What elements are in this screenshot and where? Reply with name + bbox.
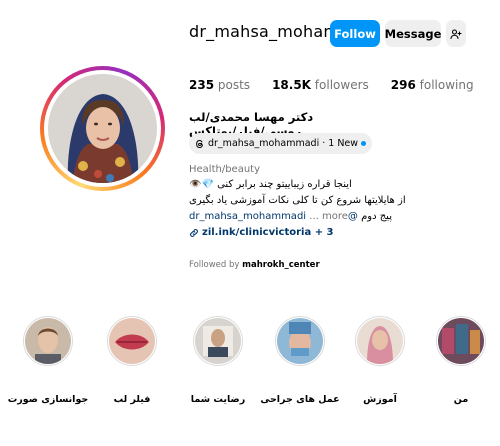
highlight-label: عمل های جراحی (260, 394, 340, 405)
highlight-label: من (453, 394, 469, 405)
threads-badge[interactable]: dr_mahsa_mohammadi · 1 New (189, 133, 373, 154)
bio-second-page-label: پیج دوم (361, 211, 392, 222)
highlight-item[interactable]: عمل های جراحی (258, 316, 342, 405)
followers-label: followers (314, 78, 369, 92)
threads-new-count: · 1 New (322, 138, 359, 149)
bio-line-1: اینجا قراره زیباییتو چند برابر کنی 💎👁️ (189, 179, 352, 190)
highlight-item[interactable]: رضایت شما (176, 316, 260, 405)
bio-more-button[interactable]: ... more (309, 211, 348, 222)
posts-count: 235 (189, 78, 215, 92)
highlight-label: فیلر لب (113, 394, 151, 405)
story-highlights: جوانسازی صورت فیلر لب رضایت شما عمل های … (0, 316, 500, 436)
follow-button[interactable]: Follow (330, 20, 380, 47)
threads-icon (196, 139, 203, 148)
link-text: zil.ink/clinicvictoria + 3 (202, 227, 334, 238)
highlight-label: رضایت شما (190, 394, 246, 405)
following-label: following (419, 78, 474, 92)
highlight-item[interactable]: آموزش (338, 316, 422, 405)
message-button[interactable]: Message (385, 20, 441, 47)
bio-line-2: از هایلایتها شروع کن تا کلی نکات آموزشی … (189, 195, 406, 206)
suggest-accounts-button[interactable] (446, 20, 466, 47)
followed-by-text[interactable]: Followed by mahrokh_center (189, 260, 320, 270)
highlight-cover (25, 318, 71, 364)
highlight-cover (357, 318, 403, 364)
highlight-cover (277, 318, 323, 364)
new-indicator-dot (361, 141, 367, 146)
highlight-item[interactable]: جوانسازی صورت (6, 316, 90, 405)
link-icon (190, 228, 198, 237)
highlight-cover (438, 318, 484, 364)
threads-handle: dr_mahsa_mohammadi (208, 138, 320, 149)
followed-by-prefix: Followed by (189, 260, 240, 270)
bio-line-3: پیج دوم @dr_mahsa_mohammadi ... more (189, 211, 392, 222)
profile-external-link[interactable]: zil.ink/clinicvictoria + 3 (189, 227, 334, 238)
posts-stat: 235 posts (189, 78, 250, 92)
highlight-label: آموزش (363, 394, 397, 405)
followed-by-user: mahrokh_center (242, 260, 320, 270)
highlight-label: جوانسازی صورت (7, 394, 89, 405)
highlight-item[interactable]: فیلر لب (90, 316, 174, 405)
followers-stat[interactable]: 18.5K followers (272, 78, 369, 92)
highlight-cover (109, 318, 155, 364)
profile-avatar[interactable] (40, 66, 165, 191)
profile-category: Health/beauty (189, 164, 261, 175)
posts-label: posts (217, 78, 251, 92)
highlight-item[interactable]: من (419, 316, 500, 405)
followers-count: 18.5K (272, 78, 311, 92)
profile-stats: 235 posts 18.5K followers 296 following (189, 78, 474, 92)
following-stat[interactable]: 296 following (391, 78, 474, 92)
following-count: 296 (390, 78, 416, 92)
avatar-photo (48, 74, 157, 183)
highlight-cover (195, 318, 241, 364)
person-plus-icon (450, 28, 462, 39)
